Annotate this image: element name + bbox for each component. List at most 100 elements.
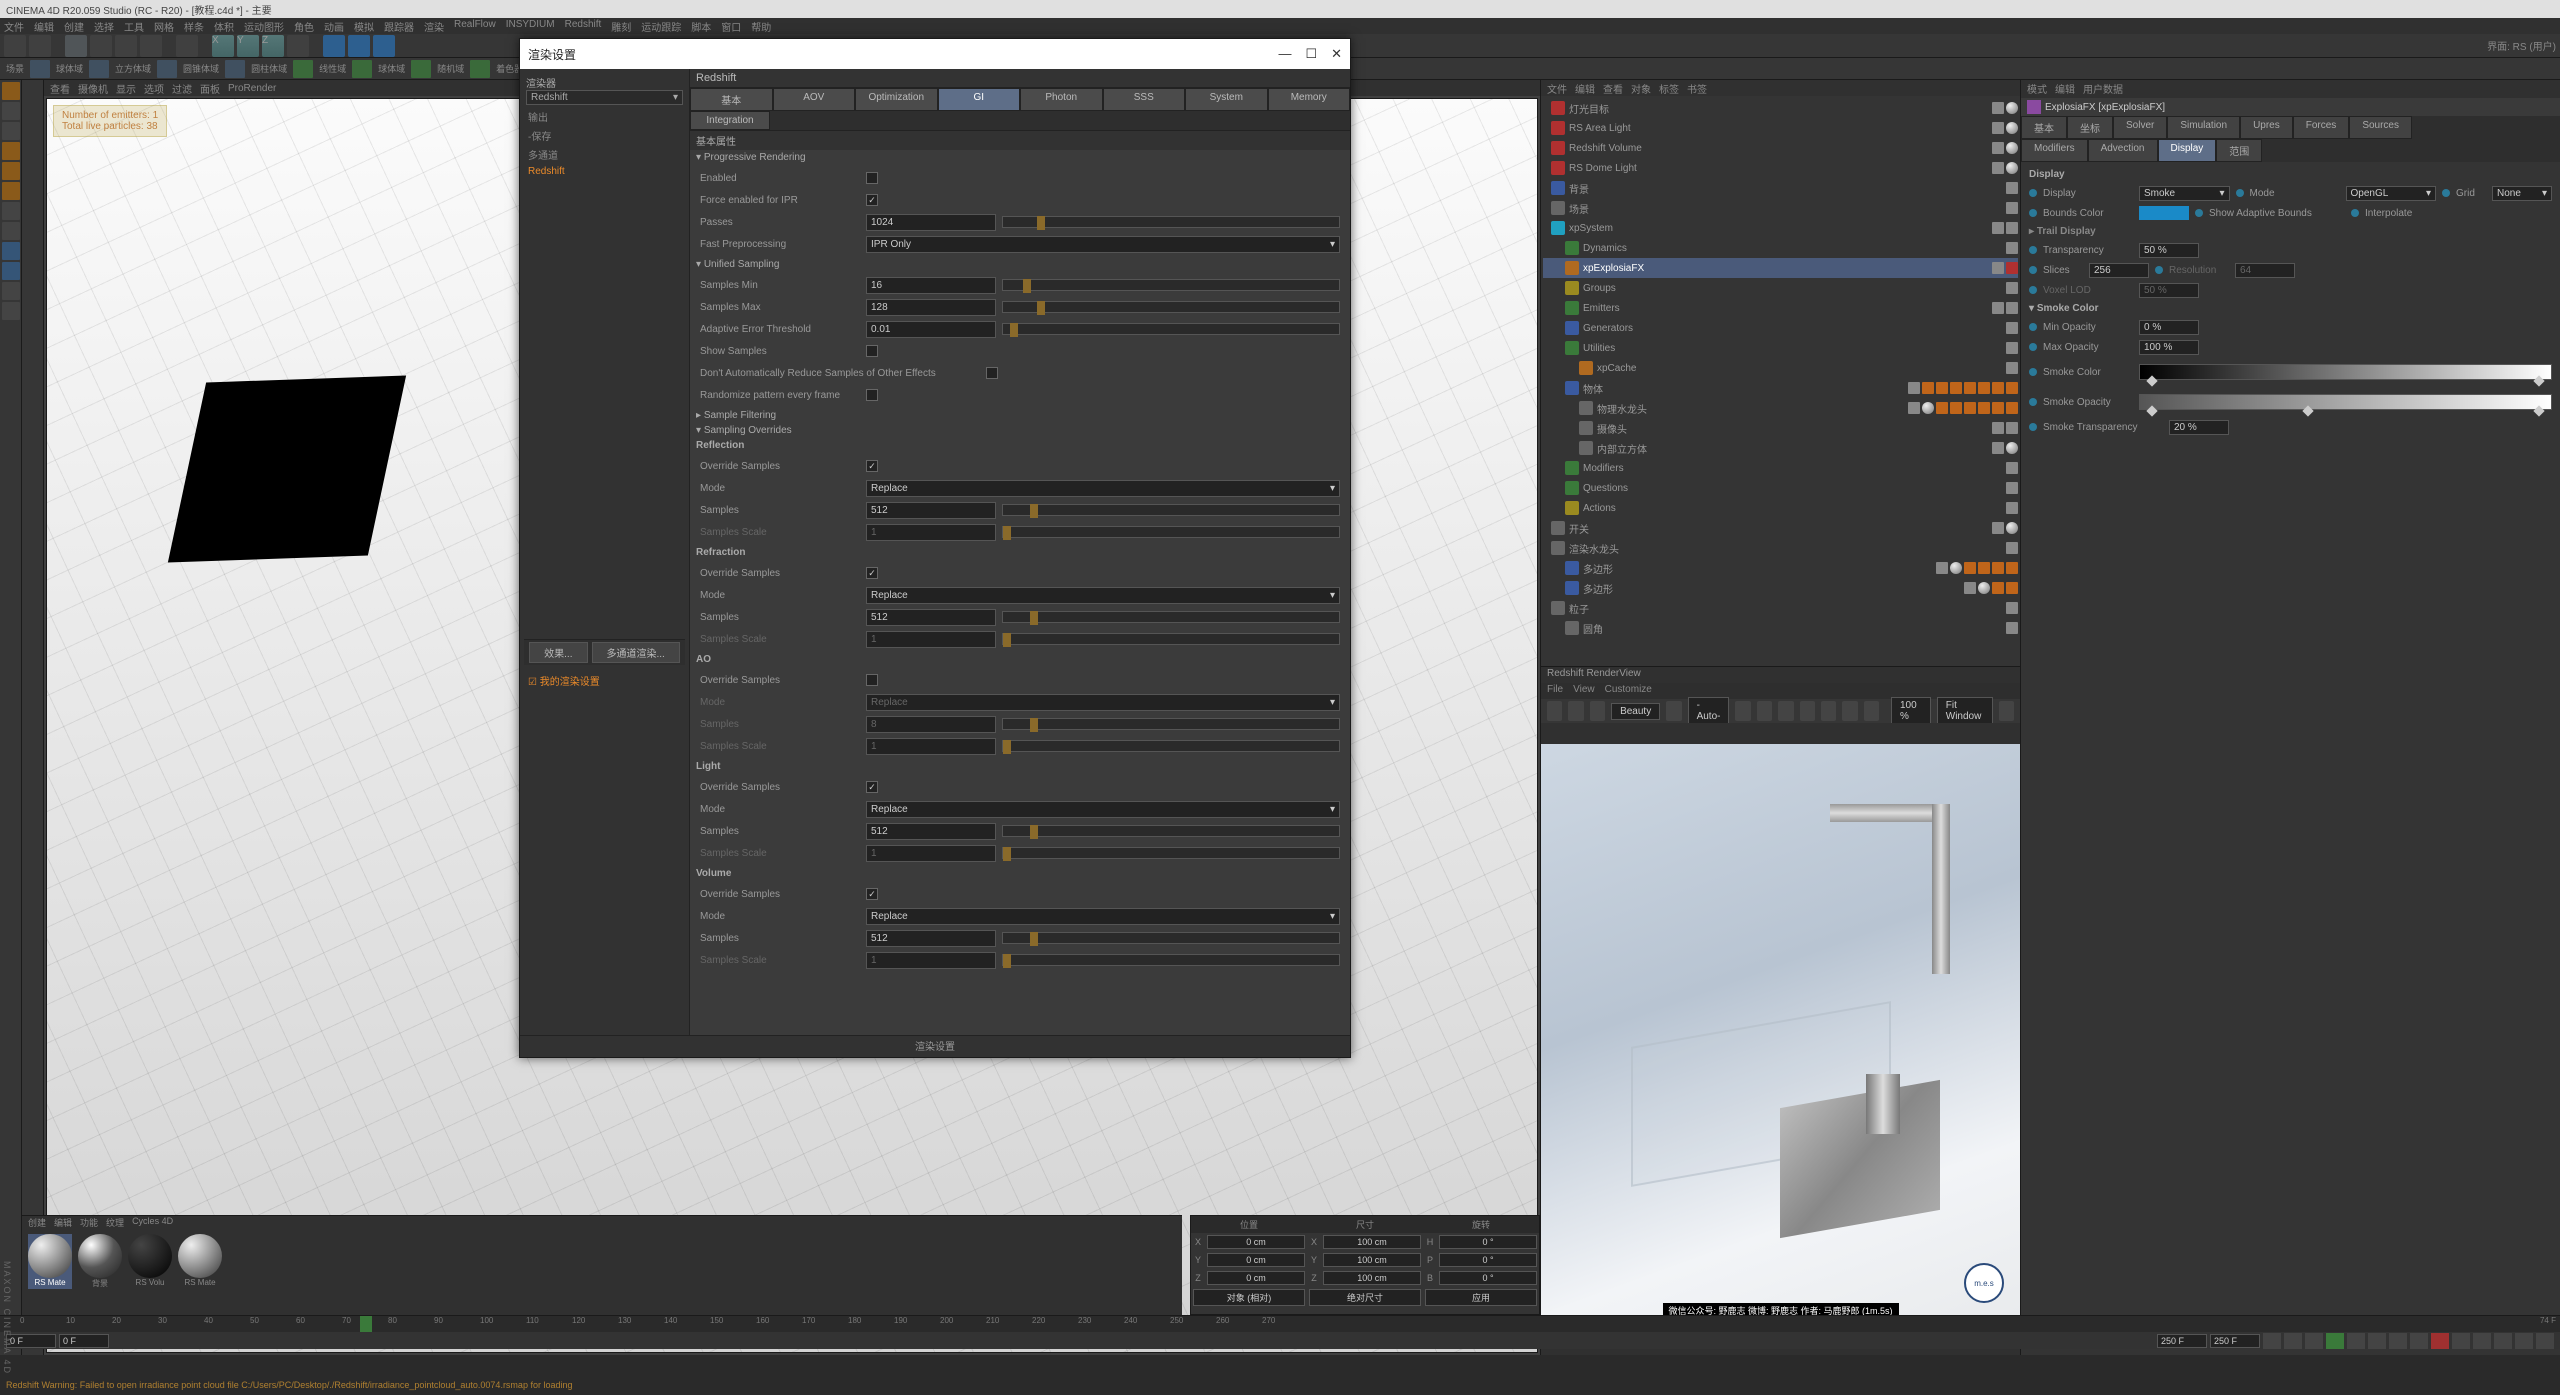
attr-tab-Sources[interactable]: Sources	[2349, 116, 2412, 139]
attr-tab-基本[interactable]: 基本	[2021, 116, 2067, 139]
attr-tab-Simulation[interactable]: Simulation	[2167, 116, 2240, 139]
obj-row-摄像头[interactable]: 摄像头	[1543, 418, 2018, 438]
obj-row-物理水龙头[interactable]: 物理水龙头	[1543, 398, 2018, 418]
menu-选择[interactable]: 选择	[94, 19, 114, 33]
reflection-override-checkbox[interactable]	[866, 460, 878, 472]
obj-row-内部立方体[interactable]: 内部立方体	[1543, 438, 2018, 458]
pos-X-input[interactable]: 0 cm	[1207, 1235, 1305, 1249]
tag-icon[interactable]	[1964, 582, 1976, 594]
tag-icon[interactable]	[2006, 282, 2018, 294]
keyframe-rot-icon[interactable]	[2494, 1333, 2512, 1349]
linear-field-icon[interactable]	[293, 60, 313, 78]
keyframe-scale-icon[interactable]	[2515, 1333, 2533, 1349]
force-ipr-checkbox[interactable]	[866, 194, 878, 206]
obj-row-Redshift Volume[interactable]: Redshift Volume	[1543, 138, 2018, 158]
menu-创建[interactable]: 创建	[64, 19, 84, 33]
rs-tab-GI[interactable]: GI	[938, 88, 1021, 111]
passes-input[interactable]: 1024	[866, 214, 996, 231]
rot-Y-input[interactable]: 0 °	[1439, 1253, 1537, 1267]
menu-脚本[interactable]: 脚本	[691, 19, 711, 33]
tag-icon[interactable]	[1908, 382, 1920, 394]
shader-field-icon[interactable]	[470, 60, 490, 78]
coord-mode2-combo[interactable]: 绝对尺寸	[1309, 1289, 1421, 1306]
layout-label[interactable]: 界面: RS (用户)	[2487, 38, 2556, 53]
adaptive-thresh-input[interactable]: 0.01	[866, 321, 996, 338]
tag-icon[interactable]	[2006, 402, 2018, 414]
menu-文件[interactable]: 文件	[4, 19, 24, 33]
next-frame-icon[interactable]	[2347, 1333, 2365, 1349]
random-field-icon[interactable]	[411, 60, 431, 78]
attr-tab-Forces[interactable]: Forces	[2293, 116, 2350, 139]
sphere-field-icon[interactable]	[30, 60, 50, 78]
tag-icon[interactable]	[2006, 142, 2018, 154]
attr-tab-坐标[interactable]: 坐标	[2067, 116, 2113, 139]
rs-tab-基本[interactable]: 基本	[690, 88, 773, 111]
tag-icon[interactable]	[1922, 402, 1934, 414]
samples-max-input[interactable]: 128	[866, 299, 996, 316]
renderview-canvas[interactable]: 微信公众号: 野鹿志 微博: 野鹿志 作者: 马鹿野郎 (1m.5s) m.e.…	[1541, 723, 2020, 1355]
rotate-tool-icon[interactable]	[140, 35, 162, 57]
obj-row-背景[interactable]: 背景	[1543, 178, 2018, 198]
tag-icon[interactable]	[1964, 562, 1976, 574]
menu-角色[interactable]: 角色	[294, 19, 314, 33]
keyframe-param-icon[interactable]	[2536, 1333, 2554, 1349]
tag-icon[interactable]	[1978, 382, 1990, 394]
menu-帮助[interactable]: 帮助	[751, 19, 771, 33]
coord-apply-button[interactable]: 应用	[1425, 1289, 1537, 1306]
menu-运动图形[interactable]: 运动图形	[244, 19, 284, 33]
rv-aov-combo[interactable]: Beauty	[1611, 703, 1660, 720]
snap2-icon[interactable]	[2, 262, 20, 280]
tag-icon[interactable]	[1992, 262, 2004, 274]
rv-zoom[interactable]: 100 %	[1891, 697, 1931, 725]
renderer-combo[interactable]: Redshift▾	[526, 90, 683, 105]
undo-icon[interactable]	[4, 35, 26, 57]
cylinder-field-icon[interactable]	[225, 60, 245, 78]
render-settings-icon[interactable]	[373, 35, 395, 57]
obj-row-Questions[interactable]: Questions	[1543, 478, 2018, 498]
tag-icon[interactable]	[2006, 322, 2018, 334]
ao-override-checkbox[interactable]	[866, 674, 878, 686]
refraction-mode-combo[interactable]: Replace▾	[866, 587, 1340, 604]
rv-bucket-icon[interactable]	[1547, 701, 1562, 721]
point-mode-icon[interactable]	[2, 142, 20, 160]
goto-start-icon[interactable]	[2263, 1333, 2281, 1349]
min-opacity-input[interactable]: 0 %	[2139, 320, 2199, 335]
menu-网格[interactable]: 网格	[154, 19, 174, 33]
obj-row-开关[interactable]: 开关	[1543, 518, 2018, 538]
display-combo[interactable]: Smoke▾	[2139, 186, 2230, 201]
obj-row-Dynamics[interactable]: Dynamics	[1543, 238, 2018, 258]
select-tool-icon[interactable]	[65, 35, 87, 57]
tl-range1-input[interactable]: 250 F	[2157, 1334, 2207, 1348]
tag-icon[interactable]	[1978, 562, 1990, 574]
rs-tree-output[interactable]: 输出	[524, 107, 685, 126]
menu-INSYDIUM[interactable]: INSYDIUM	[506, 19, 555, 33]
tag-icon[interactable]	[2006, 522, 2018, 534]
slices-input[interactable]: 256	[2089, 263, 2149, 278]
tag-icon[interactable]	[2006, 102, 2018, 114]
menu-模拟[interactable]: 模拟	[354, 19, 374, 33]
rv-auto-combo[interactable]: -Auto-	[1688, 697, 1730, 725]
rs-tab-SSS[interactable]: SSS	[1103, 88, 1186, 111]
samples-min-input[interactable]: 16	[866, 277, 996, 294]
axis-x-icon[interactable]: X	[212, 35, 234, 57]
tag-icon[interactable]	[1992, 522, 2004, 534]
loop-icon[interactable]	[2410, 1333, 2428, 1349]
obj-row-xpExplosiaFX[interactable]: xpExplosiaFX	[1543, 258, 2018, 278]
auto-reduce-checkbox[interactable]	[986, 367, 998, 379]
obj-row-多边形[interactable]: 多边形	[1543, 578, 2018, 598]
refraction-samples-input[interactable]: 512	[866, 609, 996, 626]
rv-refresh-icon[interactable]	[1590, 701, 1605, 721]
tag-icon[interactable]	[1978, 402, 1990, 414]
tag-icon[interactable]	[2006, 622, 2018, 634]
tag-icon[interactable]	[1992, 442, 2004, 454]
tag-icon[interactable]	[2006, 202, 2018, 214]
maximize-icon[interactable]: ☐	[1305, 46, 1317, 62]
tag-icon[interactable]	[1992, 382, 2004, 394]
rs-subtab-integration[interactable]: Integration	[690, 111, 770, 130]
tag-icon[interactable]	[1992, 302, 2004, 314]
light-samples-input[interactable]: 512	[866, 823, 996, 840]
coord-mode1-combo[interactable]: 对象 (相对)	[1193, 1289, 1305, 1306]
smoke-trans-input[interactable]: 20 %	[2169, 420, 2229, 435]
rs-tab-Photon[interactable]: Photon	[1020, 88, 1103, 111]
refraction-override-checkbox[interactable]	[866, 567, 878, 579]
